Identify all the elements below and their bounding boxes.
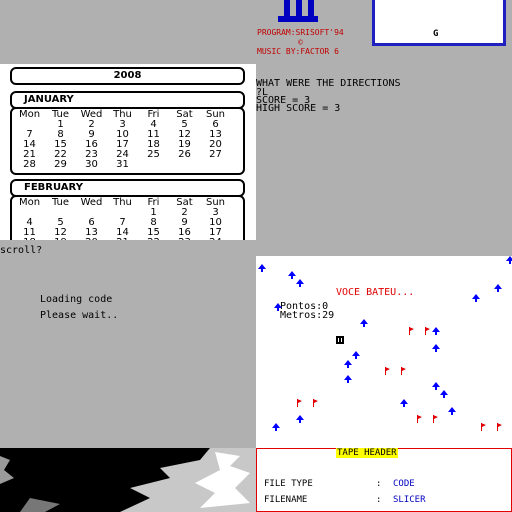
- day-cell: 27: [209, 149, 222, 160]
- tree-icon: [296, 279, 304, 287]
- tape-header-title: TAPE HEADER: [336, 448, 398, 458]
- loading-tile: scroll? Loading code Please wait..: [0, 240, 256, 448]
- tree-icon: [258, 264, 266, 272]
- window-tile: G: [356, 0, 512, 64]
- gate-flag-icon: [409, 327, 414, 335]
- title-screen-tile: [0, 0, 256, 64]
- weekday-label: Mon: [18, 109, 41, 120]
- gate-flag-icon: [433, 415, 438, 423]
- logo-icon: [278, 0, 318, 22]
- gate-flag-icon: [401, 367, 406, 375]
- tree-icon: [274, 303, 282, 311]
- loading-noise-image: [0, 448, 256, 512]
- gate-flag-icon: [417, 415, 422, 423]
- weekday-header: Mon Tue Wed Thu Fri Sat Sun: [14, 198, 231, 208]
- file-type-value: CODE: [393, 479, 415, 489]
- crash-message: VOCE BATEU...: [336, 287, 415, 298]
- wait-text: Please wait..: [40, 310, 119, 321]
- tree-icon: [448, 407, 456, 415]
- gate-flag-icon: [385, 367, 390, 375]
- year-box: 2008: [10, 67, 245, 85]
- day-cell: [138, 160, 169, 170]
- tree-icon: [344, 375, 352, 383]
- copyright-mark: ©: [298, 38, 303, 47]
- file-type-label: FILE TYPE: [264, 479, 313, 489]
- meters-label: Metros:29: [280, 310, 335, 321]
- month-label: JANUARY: [24, 94, 74, 105]
- window-letter: G: [433, 29, 439, 39]
- weekday-label: Tue: [51, 197, 70, 208]
- day-cell: 25: [147, 149, 160, 160]
- tree-icon: [400, 399, 408, 407]
- tree-icon: [360, 319, 368, 327]
- gate-flag-icon: [297, 399, 302, 407]
- weekday-label: Mon: [18, 197, 41, 208]
- credits-tile: PROGRAM:SRISOFT'94 © MUSIC BY:FACTOR 6: [256, 0, 356, 64]
- quiz-tile: WHAT WERE THE DIRECTIONS ?L SCORE = 3 HI…: [256, 64, 512, 240]
- tape-loading-tile: [0, 448, 256, 512]
- day-cell: 30: [85, 159, 98, 170]
- day-cell: 31: [116, 159, 129, 170]
- weekday-label: Wed: [80, 197, 103, 208]
- day-cell: 29: [54, 159, 67, 170]
- program-credit: PROGRAM:SRISOFT'94: [257, 28, 344, 37]
- loading-text: Loading code: [40, 294, 113, 305]
- day-cell: [169, 160, 200, 170]
- tree-icon: [432, 344, 440, 352]
- quiz-tile-bottom: [256, 240, 512, 256]
- gate-flag-icon: [481, 423, 486, 431]
- day-cell: 26: [178, 149, 191, 160]
- logo-fragment: [0, 0, 256, 64]
- gate-flag-icon: [313, 399, 318, 407]
- gate-flag-icon: [497, 423, 502, 431]
- quiz-question: WHAT WERE THE DIRECTIONS: [256, 78, 401, 89]
- tree-icon: [272, 423, 280, 431]
- tree-icon: [344, 360, 352, 368]
- high-score-label: HIGH SCORE = 3: [256, 103, 341, 114]
- year-label: 2008: [113, 70, 142, 81]
- day-cell: [200, 160, 231, 170]
- tree-icon: [440, 390, 448, 398]
- skier-icon: [336, 336, 344, 344]
- weekday-label: Thu: [113, 197, 132, 208]
- ski-game-tile: VOCE BATEU... Pontos:0 Metros:29: [256, 256, 512, 448]
- separator: :: [376, 479, 382, 489]
- scroll-prompt: scroll?: [0, 245, 43, 256]
- gate-flag-icon: [425, 327, 430, 335]
- tree-icon: [494, 284, 502, 292]
- calendar-tile: 2008 JANUARY Mon Tue Wed Thu Fri Sat Sun 1 2 3 4 5 6…: [0, 64, 256, 240]
- tree-icon: [472, 294, 480, 302]
- filename-label: FILENAME: [264, 495, 308, 505]
- day-cell: 28: [23, 159, 36, 170]
- tree-icon: [296, 415, 304, 423]
- music-credit: MUSIC BY:FACTOR 6: [257, 47, 339, 56]
- tree-icon: [432, 327, 440, 335]
- separator: :: [376, 495, 382, 505]
- window-frame: G: [372, 0, 506, 46]
- tape-header-tile: TAPE HEADER FILE TYPE : CODE FILENAME : …: [256, 448, 512, 512]
- month-label: FEBRUARY: [24, 182, 83, 193]
- calendar-grid: Mon Tue Wed Thu Fri Sat Sun 1 2 3 4 5 6 7 8 9 10 11 12 13 14…: [14, 110, 231, 170]
- week-row: 28 29 30 31: [14, 160, 231, 170]
- tree-icon: [352, 351, 360, 359]
- tree-icon: [506, 256, 512, 264]
- calendar-grid: Mon Tue Wed Thu Fri Sat Sun 1 2 3 4 5 6 7 8 9 10 11 12 13 14…: [14, 198, 231, 241]
- filename-value: SLICER: [393, 495, 426, 505]
